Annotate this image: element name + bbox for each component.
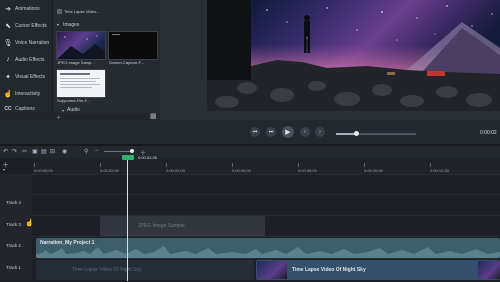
- night-sky-image: [57, 35, 105, 59]
- zoom-handle[interactable]: [130, 149, 134, 153]
- clip-title: JPEG Image Sample: [138, 223, 185, 229]
- chevron-down-icon[interactable]: ▾: [57, 22, 59, 27]
- zoom-out-icon[interactable]: −: [95, 148, 99, 154]
- night-sky-preview: [207, 0, 500, 111]
- ruler-tick: [232, 163, 233, 167]
- ruler-tick: [100, 163, 101, 167]
- ruler-tick-label: 0:00:04;00: [166, 168, 185, 173]
- thumb-caption: JPEG Image Samp...: [57, 60, 95, 65]
- thumb-caption: Supported-File-F...: [57, 98, 90, 103]
- track-row-2[interactable]: Narration_My Project 1: [32, 236, 500, 259]
- playhead-line[interactable]: [127, 158, 128, 281]
- audio-waveform: [36, 246, 500, 258]
- sidebar-item-label: Voice Narration: [15, 39, 50, 46]
- ruler-tick: [166, 163, 167, 167]
- playhead-time: 0:00:02;26: [138, 155, 157, 160]
- track-row-4[interactable]: [32, 194, 500, 216]
- track-label[interactable]: Track 3: [6, 222, 21, 227]
- animations-icon: ➜: [5, 5, 11, 13]
- sidebar-item-visual-effects[interactable]: ✦ Visual Effects: [0, 68, 52, 85]
- bin-item-caption: Time Lapse Video...: [64, 9, 100, 14]
- split-icon[interactable]: ⊟: [50, 148, 55, 155]
- clip-thumbnail: [257, 261, 287, 279]
- video-file-icon: [57, 9, 62, 14]
- screen-capture-thumbnail[interactable]: [108, 31, 158, 60]
- grid-view-icon[interactable]: ▦: [150, 113, 157, 120]
- image-clip[interactable]: JPEG Image Sample: [100, 216, 265, 236]
- zoom-icon[interactable]: ⚲: [84, 148, 88, 155]
- undo-icon[interactable]: ↶: [3, 148, 8, 155]
- chevron-down-icon[interactable]: ▾: [62, 108, 64, 113]
- ruler-tick: [298, 163, 299, 167]
- previous-icon[interactable]: ‹: [300, 127, 310, 137]
- images-section-header[interactable]: Images: [63, 22, 79, 28]
- redo-icon[interactable]: ↷: [12, 148, 17, 155]
- snapshot-icon[interactable]: ◉: [62, 148, 67, 155]
- media-bin: Time Lapse Video... ▾ Images JPEG Image …: [52, 0, 161, 120]
- track-headers: Track 4 Track 3 Track 2 Track 1 ☝: [0, 174, 34, 281]
- track-row-empty[interactable]: [32, 174, 500, 195]
- sidebar-item-label: Interactivity: [15, 90, 41, 97]
- ruler-tick-label: 0:00:08;00: [298, 168, 317, 173]
- scrub-track[interactable]: [336, 131, 416, 136]
- next-icon[interactable]: ›: [315, 127, 325, 137]
- jpeg-image-thumbnail[interactable]: [56, 31, 106, 60]
- timeline-toolbar: [0, 146, 500, 158]
- track-row-1[interactable]: Time Lapse Video Of Night Sky Time Lapse…: [32, 258, 500, 282]
- sidebar-item-label: Captions: [15, 105, 35, 112]
- video-clip[interactable]: Time Lapse Video Of Night Sky: [256, 260, 500, 280]
- ruler-tick: [430, 163, 431, 167]
- sidebar-item-label: Cursor Effects: [15, 22, 47, 29]
- time-display: 0:00:02: [480, 130, 497, 136]
- microphone-icon: 🎙︎: [3, 39, 13, 47]
- preview-canvas[interactable]: [207, 0, 500, 111]
- thumb-caption: Screen-Capture-F...: [109, 60, 144, 65]
- ruler-tick-label: 0:00:12;00: [430, 168, 449, 173]
- narration-audio-clip[interactable]: Narration_My Project 1: [36, 238, 500, 258]
- sidebar-item-label: Animations: [15, 5, 40, 12]
- copy-icon[interactable]: ▣: [32, 148, 38, 155]
- track-label[interactable]: Track 1: [6, 265, 21, 270]
- zoom-slider[interactable]: [104, 149, 134, 153]
- scrub-progress: [336, 133, 356, 135]
- captions-icon: CC: [4, 105, 12, 112]
- playback-controls: ⏮ ⏭ ▶ ‹ › 0:00:02: [160, 120, 500, 144]
- sidebar-item-audio-effects[interactable]: ♪ Audio Effects: [0, 51, 52, 68]
- ruler-tick-label: 0:00:02;00: [100, 168, 119, 173]
- cut-icon[interactable]: ✂: [22, 148, 27, 155]
- clip-thumbnail: [478, 261, 500, 279]
- video-clip-ghost[interactable]: Time Lapse Video Of Night Sky: [36, 260, 254, 280]
- supported-file-thumbnail[interactable]: [56, 69, 106, 98]
- clip-title: Time Lapse Video Of Night Sky: [292, 267, 366, 273]
- clip-title: Time Lapse Video Of Night Sky: [72, 267, 142, 273]
- sidebar-item-cursor-effects[interactable]: ⬉ Cursor Effects: [0, 17, 52, 34]
- visual-effects-icon: ✦: [5, 73, 11, 81]
- paste-icon[interactable]: ▤: [41, 148, 47, 155]
- step-back-icon[interactable]: ⏮: [250, 127, 260, 137]
- sidebar-item-voice-narration[interactable]: 🎙︎ Voice Narration: [0, 34, 52, 51]
- ruler-tick: [34, 163, 35, 167]
- ruler-tick-label: 0:00:06;00: [232, 168, 251, 173]
- track-row-3[interactable]: JPEG Image Sample: [32, 215, 500, 237]
- ruler-tick: [364, 163, 365, 167]
- audio-section-header[interactable]: Audio: [67, 107, 80, 113]
- controls-left-panel: [0, 120, 160, 144]
- playhead-handle[interactable]: [122, 155, 134, 160]
- sidebar-item-animations[interactable]: ➜ Animations: [0, 0, 52, 17]
- sidebar-item-label: Audio Effects: [15, 56, 45, 63]
- track-label[interactable]: Track 2: [6, 243, 21, 248]
- sidebar-item-label: Visual Effects: [15, 73, 46, 80]
- chevron-down-icon[interactable]: ▾: [3, 167, 5, 172]
- tools-sidebar: ➜ Animations ⬉ Cursor Effects 🎙︎ Voice N…: [0, 0, 52, 120]
- scrub-handle[interactable]: [354, 131, 359, 136]
- ruler-tick-label: 0:00:10;00: [364, 168, 383, 173]
- audio-effects-icon: ♪: [6, 56, 10, 63]
- play-icon[interactable]: ▶: [282, 126, 294, 138]
- track-label[interactable]: Track 4: [6, 200, 21, 205]
- clip-title: Narration_My Project 1: [40, 240, 95, 246]
- cursor-icon: ⬉: [5, 22, 11, 30]
- interactivity-icon: ☝: [3, 90, 13, 98]
- step-forward-icon[interactable]: ⏭: [266, 127, 276, 137]
- ruler-tick-label: 0:00:00;00: [34, 168, 53, 173]
